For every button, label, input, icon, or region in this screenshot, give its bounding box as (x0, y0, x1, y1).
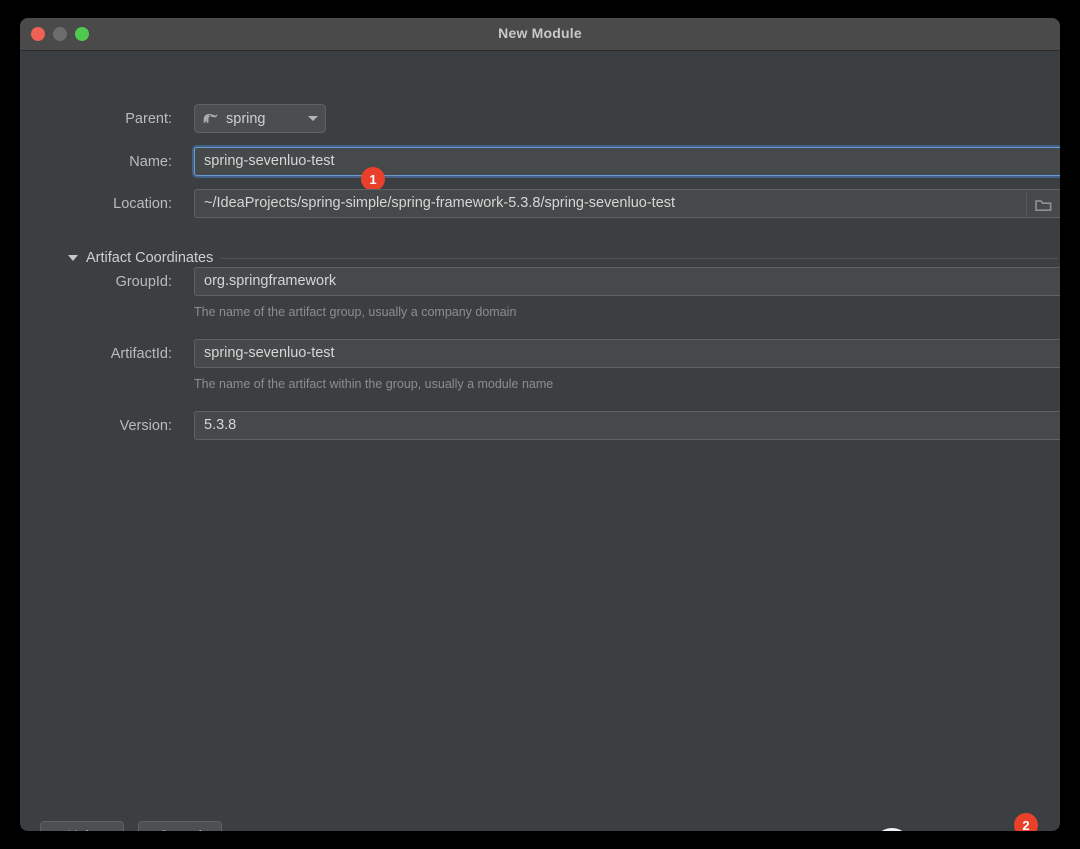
help-button[interactable]: Help (40, 821, 124, 831)
dialog-footer: Help Cancel (40, 821, 222, 831)
location-label: Location: (113, 195, 172, 212)
artifact-coordinates-label: Artifact Coordinates (86, 250, 214, 266)
folder-icon[interactable] (1026, 191, 1060, 218)
artifact-id-hint: The name of the artifact within the grou… (194, 377, 554, 391)
annotation-badge-1: 1 (361, 167, 385, 191)
artifact-id-row: ArtifactId: spring-sevenluo-test (48, 339, 1060, 368)
artifact-id-value: spring-sevenluo-test (204, 345, 335, 361)
artifact-id-input[interactable]: spring-sevenluo-test (194, 339, 1060, 368)
name-input-value: spring-sevenluo-test (204, 153, 335, 169)
group-id-row: GroupId: org.springframework (48, 267, 1060, 296)
group-id-label: GroupId: (115, 273, 172, 290)
name-label: Name: (129, 153, 172, 170)
group-id-input[interactable]: org.springframework (194, 267, 1060, 296)
version-input[interactable]: 5.3.8 (194, 411, 1060, 440)
version-row: Version: 5.3.8 (48, 411, 1060, 440)
gradle-elephant-icon (202, 111, 219, 126)
section-divider (221, 257, 1058, 259)
cancel-button[interactable]: Cancel (138, 821, 222, 831)
location-input-value: ~/IdeaProjects/spring-simple/spring-fram… (204, 195, 676, 211)
artifact-id-label: ArtifactId: (110, 345, 172, 362)
chevron-down-icon (308, 116, 318, 121)
parent-row: Parent: spring (48, 104, 326, 133)
artifact-coordinates-section-header[interactable]: Artifact Coordinates (68, 250, 1058, 266)
annotation-badge-2: 2 (1014, 813, 1038, 831)
name-row: Name: spring-sevenluo-test (48, 147, 1060, 176)
wechat-icon (875, 827, 923, 831)
version-value: 5.3.8 (204, 417, 237, 433)
chevron-down-icon (68, 255, 78, 261)
dialog-body: Parent: spring Name: spring-sevenluo-tes… (20, 51, 1060, 831)
name-input[interactable]: spring-sevenluo-test (194, 147, 1060, 176)
window-title: New Module (498, 25, 582, 41)
group-id-value: org.springframework (204, 273, 337, 289)
new-module-dialog: New Module Parent: spring Name: spring-s… (20, 18, 1060, 831)
group-id-hint: The name of the artifact group, usually … (194, 305, 517, 319)
parent-combobox[interactable]: spring (194, 104, 326, 133)
title-bar: New Module (20, 18, 1060, 51)
parent-value: spring (226, 110, 266, 127)
location-input[interactable]: ~/IdeaProjects/spring-simple/spring-fram… (194, 189, 1060, 218)
version-label: Version: (119, 417, 172, 434)
location-row: Location: ~/IdeaProjects/spring-simple/s… (48, 189, 1060, 218)
parent-label: Parent: (125, 110, 172, 127)
